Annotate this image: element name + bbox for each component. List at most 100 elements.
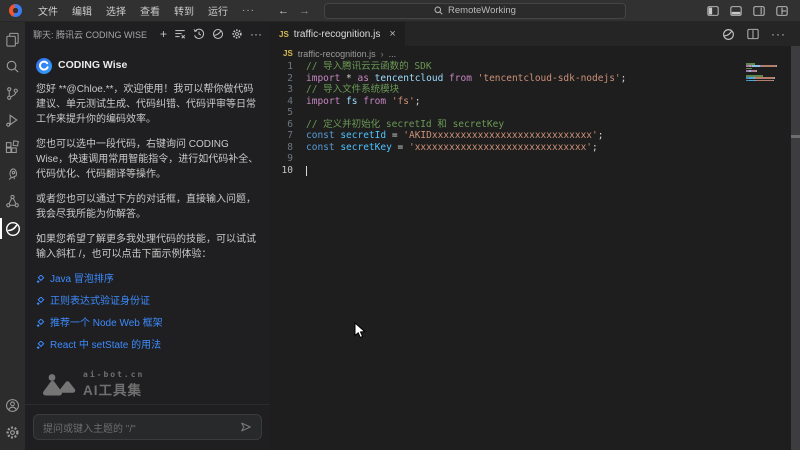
source-control-icon[interactable] — [0, 80, 25, 107]
watermark-line2: AI工具集 — [83, 381, 144, 401]
code-line[interactable]: 5 — [270, 107, 786, 119]
code-line[interactable]: 3// 导入文件系统模块 — [270, 84, 786, 96]
code-line[interactable]: 2import * as tencentcloud from 'tencentc… — [270, 73, 786, 85]
js-file-icon: JS — [279, 30, 289, 39]
run-and-debug-icon[interactable] — [0, 107, 25, 134]
example-link[interactable]: 推荐一个 Node Web 框架 — [36, 316, 259, 331]
example-link-label: 正则表达式验证身份证 — [50, 294, 150, 309]
command-center[interactable]: RemoteWorking — [324, 3, 626, 19]
menu-item[interactable]: 编辑 — [65, 3, 99, 18]
tab-traffic-recognition[interactable]: JS traffic-recognition.js × — [270, 22, 405, 46]
coding-wise-icon[interactable] — [0, 215, 25, 242]
extensions-icon[interactable] — [0, 134, 25, 161]
wise-swirl-icon[interactable] — [722, 28, 735, 41]
code-line[interactable]: 9 — [270, 153, 786, 165]
menu-item[interactable]: 转到 — [167, 3, 201, 18]
watermark-logo-icon — [42, 373, 76, 398]
toggle-primary-sidebar-icon[interactable] — [707, 5, 719, 17]
tab-bar: JS traffic-recognition.js × ··· — [270, 22, 800, 46]
text-cursor — [306, 166, 307, 176]
breadcrumb-file[interactable]: traffic-recognition.js — [298, 49, 376, 59]
chat-paragraph: 如果您希望了解更多我处理代码的技能，可以试试输入斜杠 /，也可以点击下面示例体验… — [36, 232, 259, 262]
assistant-header: CODING Wise — [36, 58, 259, 74]
tab-label: traffic-recognition.js — [294, 29, 381, 40]
js-file-icon: JS — [283, 49, 293, 58]
sidebar-header: 聊天: 腾讯云 CODING WISE + ··· — [25, 22, 270, 46]
line-number: 6 — [270, 119, 306, 131]
explorer-icon[interactable] — [0, 26, 25, 53]
line-number: 4 — [270, 96, 306, 108]
scrollbar-cursor-marker — [791, 135, 800, 138]
sparkle-icon — [36, 275, 45, 284]
account-icon[interactable] — [0, 392, 25, 419]
activity-bar — [0, 22, 25, 450]
example-link-label: Java 冒泡排序 — [50, 272, 114, 287]
breadcrumb-symbol[interactable]: ... — [389, 49, 397, 59]
split-editor-icon[interactable] — [747, 28, 759, 40]
chat-settings-gear-icon[interactable] — [231, 28, 243, 40]
editor-scrollbar[interactable] — [791, 46, 800, 450]
send-icon[interactable] — [240, 421, 252, 433]
chat-paragraph: 您也可以选中一段代码，右键询问 CODING Wise，快速调用常用智能指令，进… — [36, 137, 259, 182]
chat-input[interactable]: 提问或键入主题的 "/" — [33, 414, 262, 440]
chat-messages: 您好 **@Chloe.**，欢迎使用！我可以帮你做代码建议、单元测试生成、代码… — [36, 82, 259, 262]
nav-back-icon[interactable]: ← — [278, 5, 289, 17]
example-link-label: React 中 setState 的用法 — [50, 338, 161, 353]
chat-paragraph: 或者您也可以通过下方的对话框，直接输入问题，我会尽我所能为你解答。 — [36, 192, 259, 222]
menu-item[interactable]: 选择 — [99, 3, 133, 18]
customize-layout-icon[interactable] — [776, 5, 788, 17]
menu-item[interactable]: 运行 — [201, 3, 235, 18]
code-area[interactable]: 1// 导入腾讯云云函数的 SDK2import * as tencentclo… — [270, 61, 786, 176]
new-chat-icon[interactable]: + — [160, 28, 167, 40]
chat-sidebar: 聊天: 腾讯云 CODING WISE + ··· CODING Wise 您好… — [25, 22, 270, 450]
chat-input-placeholder: 提问或键入主题的 "/" — [43, 420, 234, 435]
code-line[interactable]: 6// 定义并初始化 secretId 和 secretKey — [270, 119, 786, 131]
line-number: 8 — [270, 142, 306, 154]
minimap[interactable] — [746, 63, 788, 87]
line-number: 5 — [270, 107, 306, 119]
tab-close-icon[interactable]: × — [389, 28, 395, 40]
code-line[interactable]: 1// 导入腾讯云云函数的 SDK — [270, 61, 786, 73]
wise-swirl-icon[interactable] — [212, 28, 224, 40]
line-number: 1 — [270, 61, 306, 73]
rocket-icon[interactable] — [0, 161, 25, 188]
example-link[interactable]: React 中 setState 的用法 — [36, 338, 259, 353]
chat-panel: CODING Wise 您好 **@Chloe.**，欢迎使用！我可以帮你做代码… — [25, 46, 270, 404]
assistant-name: CODING Wise — [58, 58, 127, 74]
titlebar: 文件编辑选择查看转到运行 ··· ← → RemoteWorking — [0, 0, 800, 22]
coding-app-logo-icon — [9, 4, 22, 17]
example-link[interactable]: Java 冒泡排序 — [36, 272, 259, 287]
command-center-text: RemoteWorking — [448, 5, 516, 16]
example-link-label: 推荐一个 Node Web 框架 — [50, 316, 163, 331]
watermark: ai-bot.cn AI工具集 — [42, 369, 259, 401]
menu-more-button[interactable]: ··· — [235, 5, 262, 16]
menu-items: 文件编辑选择查看转到运行 — [31, 3, 235, 18]
example-link[interactable]: 正则表达式验证身份证 — [36, 294, 259, 309]
code-line[interactable]: 4import fs from 'fs'; — [270, 96, 786, 108]
search-icon[interactable] — [0, 53, 25, 80]
code-line[interactable]: 8const secretKey = 'xxxxxxxxxxxxxxxxxxxx… — [270, 142, 786, 154]
clear-chat-icon[interactable] — [174, 28, 186, 40]
code-line[interactable]: 7const secretId = 'AKIDxxxxxxxxxxxxxxxxx… — [270, 130, 786, 142]
editor-more-actions-icon[interactable]: ··· — [771, 27, 786, 41]
menu-item[interactable]: 文件 — [31, 3, 65, 18]
breadcrumb-separator: › — [381, 49, 384, 59]
sparkle-icon — [36, 319, 45, 328]
nav-forward-icon[interactable]: → — [299, 5, 310, 17]
more-actions-icon[interactable]: ··· — [250, 28, 262, 40]
watermark-line1: ai-bot.cn — [83, 369, 144, 381]
code-line[interactable]: 10 — [270, 165, 786, 177]
line-number: 10 — [270, 165, 306, 177]
sparkle-icon — [36, 341, 45, 350]
breadcrumb[interactable]: JS traffic-recognition.js › ... — [270, 46, 800, 61]
menu-item[interactable]: 查看 — [133, 3, 167, 18]
settings-gear-icon[interactable] — [0, 419, 25, 446]
dependencies-icon[interactable] — [0, 188, 25, 215]
toggle-secondary-sidebar-icon[interactable] — [753, 5, 765, 17]
line-number: 2 — [270, 73, 306, 85]
editor-group: JS traffic-recognition.js × ··· JS traff… — [270, 22, 800, 450]
history-icon[interactable] — [193, 28, 205, 40]
sidebar-title: 聊天: 腾讯云 CODING WISE — [33, 28, 160, 41]
toggle-panel-icon[interactable] — [730, 5, 742, 17]
example-list: Java 冒泡排序正则表达式验证身份证推荐一个 Node Web 框架 React… — [36, 272, 259, 353]
